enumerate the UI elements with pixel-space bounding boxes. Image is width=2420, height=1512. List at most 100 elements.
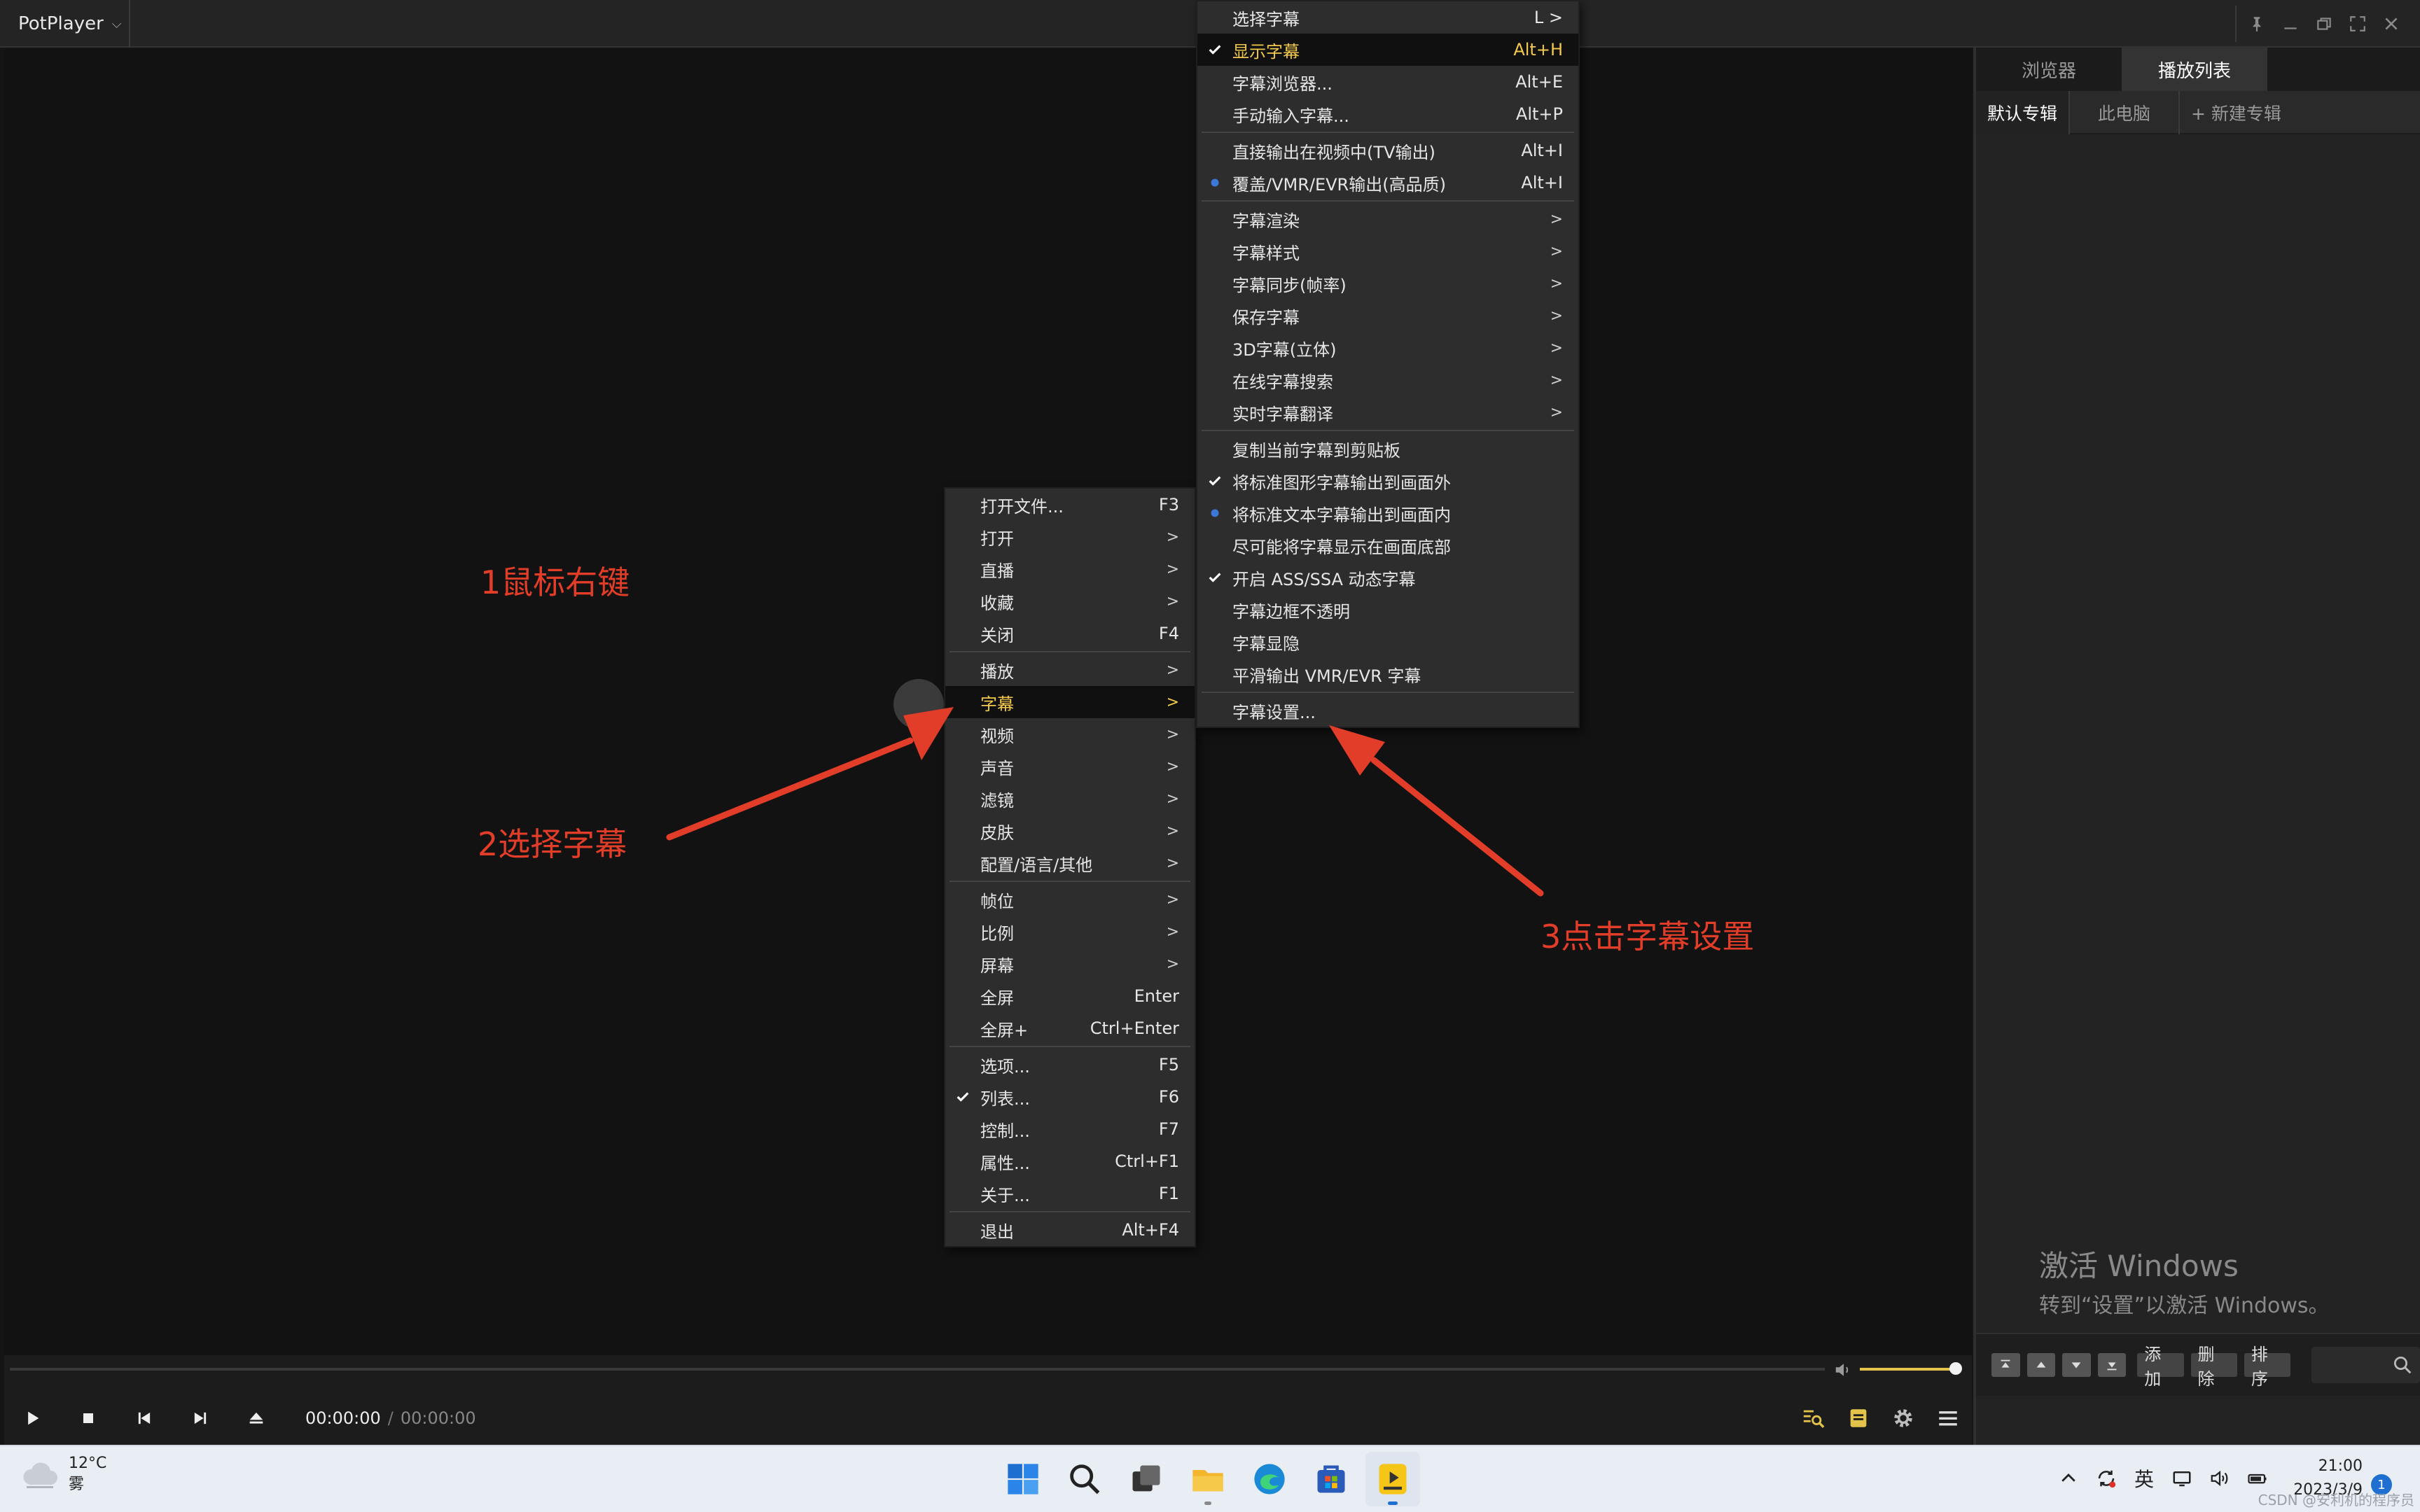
sync-button[interactable]	[2094, 1459, 2119, 1498]
app-menu-button[interactable]: PotPlayer ⌵	[0, 0, 130, 48]
subtitle_menu-item[interactable]: 将标准文本字幕输出到画面内	[1197, 497, 1578, 529]
volume-slider[interactable]	[1860, 1368, 1955, 1371]
move-up-button[interactable]	[2026, 1353, 2056, 1377]
main_menu-item[interactable]: 关闭 F4	[945, 617, 1195, 650]
main_menu-item[interactable]: 播放 >	[945, 654, 1195, 686]
subtitle_menu-item[interactable]: 直接输出在视频中(TV输出) Alt+I	[1197, 134, 1578, 167]
ime-indicator[interactable]: 英	[2132, 1459, 2157, 1498]
subtitle_menu-item[interactable]: 选择字幕 L >	[1197, 1, 1578, 34]
tab-browser[interactable]: 浏览器	[1976, 48, 2122, 91]
speaker-icon[interactable]	[1833, 1359, 1854, 1380]
tab-playlist[interactable]: 播放列表	[2122, 48, 2267, 91]
menu-item-shortcut: Enter	[1134, 986, 1179, 1006]
main_menu-item[interactable]: 关于... F1	[945, 1177, 1195, 1210]
move-bottom-button[interactable]	[2097, 1353, 2127, 1377]
subtitle_menu-item[interactable]: 覆盖/VMR/EVR输出(高品质) Alt+I	[1197, 167, 1578, 199]
main_menu-item[interactable]: 全屏+ Ctrl+Enter	[945, 1012, 1195, 1044]
main_menu-item[interactable]: 打开文件... F3	[945, 489, 1195, 521]
subtitle-toggle-button[interactable]	[1840, 1400, 1877, 1436]
move-top-button[interactable]	[1991, 1353, 2020, 1377]
next-button[interactable]	[172, 1392, 228, 1445]
fullscreen-button[interactable]	[2347, 13, 2368, 34]
new-album-button[interactable]: + 新建专辑	[2180, 91, 2293, 134]
subtitle_menu-item[interactable]: 实时字幕翻译 >	[1197, 396, 1578, 428]
subtitle_menu-item[interactable]: 在线字幕搜索 >	[1197, 364, 1578, 396]
subtitle_menu-item[interactable]: 平滑输出 VMR/EVR 字幕	[1197, 658, 1578, 690]
main_menu-item[interactable]: 列表... F6	[945, 1081, 1195, 1113]
speaker-icon	[2211, 1470, 2228, 1487]
subtitle_menu-item[interactable]: 字幕边框不透明	[1197, 594, 1578, 626]
stop-button[interactable]	[60, 1392, 116, 1445]
minimize-button[interactable]	[2280, 13, 2301, 34]
store-button[interactable]	[1304, 1452, 1358, 1506]
main_menu-item[interactable]: 属性... Ctrl+F1	[945, 1145, 1195, 1177]
start-button[interactable]	[996, 1452, 1050, 1506]
subtitle_menu-item[interactable]: 字幕渲染 >	[1197, 203, 1578, 235]
main_menu-item[interactable]: 直播 >	[945, 553, 1195, 585]
album-this-pc[interactable]: 此电脑	[2070, 91, 2181, 134]
album-default[interactable]: 默认专辑	[1976, 91, 2071, 134]
main-menu-button[interactable]	[1930, 1400, 1966, 1436]
playlist-search[interactable]	[2311, 1347, 2420, 1383]
main_menu-item[interactable]: 配置/语言/其他 >	[945, 847, 1195, 879]
volume-tray-button[interactable]	[2207, 1459, 2232, 1498]
main_menu-item[interactable]: 打开 >	[945, 521, 1195, 553]
subtitle_menu-item[interactable]: 开启 ASS/SSA 动态字幕	[1197, 561, 1578, 594]
main_menu-item[interactable]: 退出 Alt+F4	[945, 1214, 1195, 1246]
file-explorer-button[interactable]	[1181, 1452, 1235, 1506]
subtitle_menu-item[interactable]: 将标准图形字幕输出到画面外	[1197, 465, 1578, 497]
subtitle_menu-item[interactable]: 字幕显隐	[1197, 626, 1578, 658]
subtitle_menu-item[interactable]: 尽可能将字幕显示在画面底部	[1197, 529, 1578, 561]
previous-button[interactable]	[116, 1392, 172, 1445]
submenu-arrow-icon: >	[1550, 210, 1563, 228]
eject-button[interactable]	[228, 1392, 284, 1445]
subtitle_menu-item[interactable]: 手动输入字幕... Alt+P	[1197, 98, 1578, 130]
sort-button[interactable]: 排序	[2244, 1345, 2291, 1389]
search-taskbar-button[interactable]	[1057, 1452, 1112, 1506]
main_menu-item[interactable]: 视频 >	[945, 718, 1195, 750]
main_menu-item[interactable]: 帧位 >	[945, 883, 1195, 916]
subtitle_menu-item[interactable]: 字幕设置...	[1197, 694, 1578, 727]
subtitle_menu-item[interactable]: 字幕样式 >	[1197, 235, 1578, 267]
settings-button[interactable]	[1885, 1400, 1921, 1436]
play-button[interactable]	[4, 1392, 60, 1445]
potplayer-taskbar-button[interactable]	[1365, 1452, 1420, 1506]
weather-widget[interactable]: 12°C 雾	[21, 1453, 106, 1495]
subtitle_menu-item[interactable]: 字幕浏览器... Alt+E	[1197, 66, 1578, 98]
network-button[interactable]	[2169, 1459, 2195, 1498]
subtitle_menu-item[interactable]: 显示字幕 Alt+H	[1197, 34, 1578, 66]
move-down-button[interactable]	[2062, 1353, 2091, 1377]
main_menu-item[interactable]: 滤镜 >	[945, 783, 1195, 815]
main_menu-item[interactable]: 比例 >	[945, 916, 1195, 948]
submenu-arrow-icon: >	[1166, 661, 1179, 679]
add-button[interactable]: 添加	[2137, 1345, 2184, 1389]
subtitle_menu-item[interactable]: 保存字幕 >	[1197, 300, 1578, 332]
seek-bar[interactable]	[10, 1368, 1825, 1371]
task-view-icon	[1132, 1465, 1160, 1492]
playlist-search-button[interactable]	[1795, 1400, 1832, 1436]
subtitle_menu-item[interactable]: 字幕同步(帧率) >	[1197, 267, 1578, 300]
main_menu-item[interactable]: 屏幕 >	[945, 948, 1195, 980]
main_menu-item[interactable]: 字幕 >	[945, 686, 1195, 718]
main_menu-item[interactable]: 声音 >	[945, 750, 1195, 783]
main_menu-item[interactable]: 皮肤 >	[945, 815, 1195, 847]
edge-button[interactable]	[1242, 1452, 1297, 1506]
close-button[interactable]	[2381, 13, 2402, 34]
subtitle_menu-item[interactable]: 3D字幕(立体) >	[1197, 332, 1578, 364]
restore-button[interactable]	[2314, 13, 2335, 34]
main_menu-item[interactable]: 全屏 Enter	[945, 980, 1195, 1012]
move-up-icon	[2036, 1362, 2046, 1368]
pin-button[interactable]	[2246, 13, 2267, 34]
main_menu-item[interactable]: 选项... F5	[945, 1049, 1195, 1081]
menu-item-label: 字幕边框不透明	[1232, 601, 1350, 622]
volume-knob[interactable]	[1949, 1362, 1962, 1375]
main_menu-item[interactable]: 控制... F7	[945, 1113, 1195, 1145]
panel-tabs: 浏览器 播放列表	[1976, 48, 2420, 91]
submenu-arrow-icon: >	[1550, 307, 1563, 325]
subtitle_menu-item[interactable]: 复制当前字幕到剪贴板	[1197, 433, 1578, 465]
task-view-button[interactable]	[1119, 1452, 1174, 1506]
main_menu-item[interactable]: 收藏 >	[945, 585, 1195, 617]
menu-item-label: 比例	[980, 923, 1014, 944]
delete-button[interactable]: 删除	[2190, 1345, 2237, 1389]
show-hidden-icons-button[interactable]	[2056, 1459, 2081, 1498]
